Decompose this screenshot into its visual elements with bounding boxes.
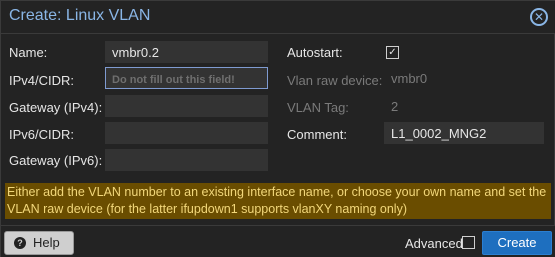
vlan-tag-label: VLAN Tag: (287, 100, 349, 115)
close-icon[interactable]: ✕ (530, 8, 548, 26)
vlan-raw-device-label: Vlan raw device: (287, 73, 383, 88)
gateway-ipv6-label: Gateway (IPv6): (9, 153, 103, 168)
autostart-checkbox[interactable]: ✓ (386, 46, 399, 59)
dialog-title: Create: Linux VLAN (9, 7, 151, 24)
dialog-titlebar: Create: Linux VLAN ✕ (1, 1, 555, 34)
gateway-ipv6-input[interactable] (105, 149, 268, 171)
help-icon: ? (14, 237, 26, 249)
comment-input[interactable]: L1_0002_MNG2 (384, 122, 544, 144)
advanced-checkbox[interactable] (462, 236, 475, 249)
vlan-naming-notice: Either add the VLAN number to an existin… (5, 183, 551, 219)
create-button[interactable]: Create (482, 231, 552, 255)
gateway-ipv4-label: Gateway (IPv4): (9, 100, 103, 115)
ipv4-cidr-placeholder: Do not fill out this field! (112, 74, 235, 86)
create-linux-vlan-dialog: Create: Linux VLAN ✕ Name: vmbr0.2 IPv4/… (0, 0, 555, 257)
ipv4-cidr-label: IPv4/CIDR: (9, 73, 75, 88)
vlan-raw-device-input[interactable]: vmbr0 (384, 67, 544, 89)
help-button[interactable]: ? Help (4, 231, 74, 255)
ipv6-cidr-label: IPv6/CIDR: (9, 127, 75, 142)
dialog-footer: ? Help Advanced Create (1, 225, 555, 257)
advanced-label: Advanced (405, 236, 463, 251)
comment-label: Comment: (287, 127, 347, 142)
autostart-label: Autostart: (287, 45, 343, 60)
ipv4-cidr-input[interactable]: Do not fill out this field! (105, 67, 268, 89)
name-input[interactable]: vmbr0.2 (105, 41, 268, 63)
help-button-label: Help (33, 235, 60, 250)
vlan-tag-input[interactable]: 2 (384, 95, 544, 117)
name-label: Name: (9, 45, 48, 60)
ipv6-cidr-input[interactable] (105, 122, 268, 144)
gateway-ipv4-input[interactable] (105, 95, 268, 117)
